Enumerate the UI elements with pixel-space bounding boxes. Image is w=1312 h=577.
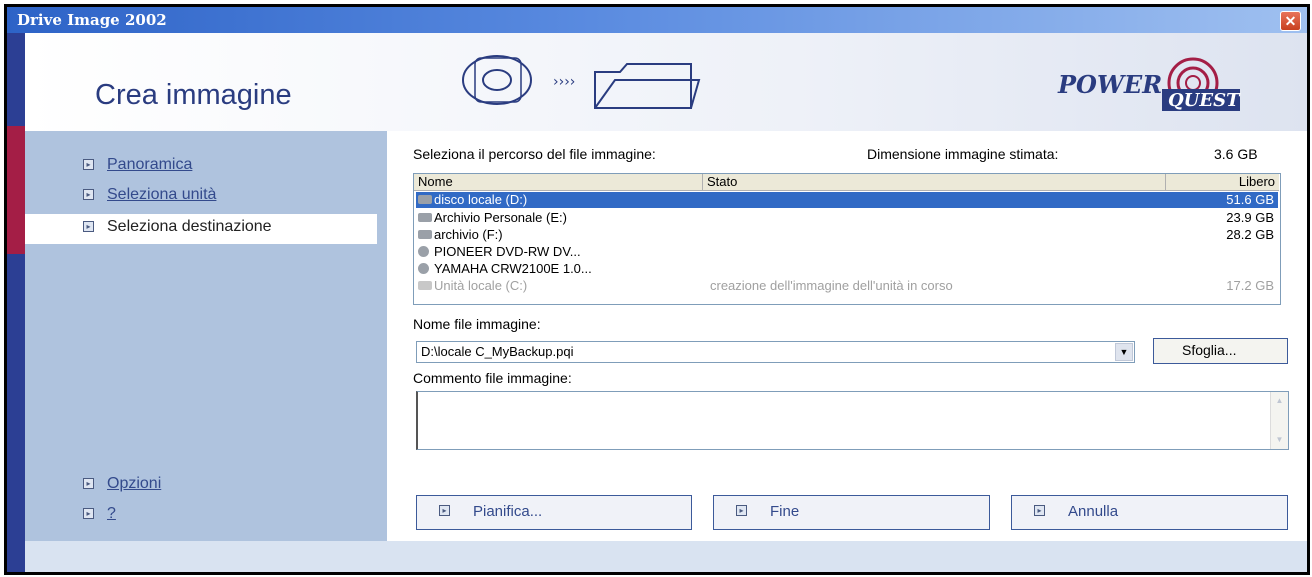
nav-item-label: ?: [107, 505, 116, 522]
column-header-free[interactable]: Libero: [1166, 174, 1279, 191]
column-header-status[interactable]: Stato: [703, 174, 1166, 191]
browse-label: Sfoglia...: [1182, 342, 1237, 358]
arrow-box-icon: ▸: [1034, 505, 1045, 516]
nav-item-seleziona-unita[interactable]: ▸ Seleziona unità: [25, 182, 387, 212]
nav-item-label: Seleziona unità: [107, 186, 217, 203]
arrow-box-icon: ▸: [83, 189, 94, 200]
filename-label: Nome file immagine:: [413, 316, 541, 332]
side-stripe-accent: [7, 126, 25, 254]
close-button[interactable]: ✕: [1280, 11, 1301, 31]
nav-item-help[interactable]: ▸ ?: [25, 501, 387, 531]
powerquest-logo: POWER QUEST: [1057, 57, 1241, 111]
nav-item-label: Seleziona destinazione: [107, 218, 272, 235]
schedule-button[interactable]: ▸ Pianifica...: [416, 495, 692, 530]
comment-textarea[interactable]: ▲ ▼: [416, 391, 1289, 450]
wizard-header: Crea immagine ›››› POWER QUEST: [25, 33, 1307, 131]
page-title: Crea immagine: [95, 79, 292, 111]
nav-item-opzioni[interactable]: ▸ Opzioni: [25, 471, 387, 501]
hard-drive-icon: [418, 213, 432, 222]
chevron-down-icon[interactable]: ▼: [1115, 343, 1133, 361]
filename-combo[interactable]: D:\locale C_MyBackup.pqi ▼: [416, 341, 1135, 363]
arrow-box-icon: ▸: [736, 505, 747, 516]
arrow-box-icon: ▸: [83, 478, 94, 489]
wizard-nav: ▸ Panoramica ▸ Seleziona unità ▸ Selezio…: [25, 131, 387, 541]
scroll-up-icon[interactable]: ▲: [1272, 393, 1287, 409]
table-row[interactable]: Archivio Personale (E:) 23.9 GB: [416, 210, 1278, 226]
drive-free: 23.9 GB: [1226, 210, 1274, 225]
cd-drive-icon: [418, 263, 429, 274]
drive-name: Unità locale (C:): [434, 278, 528, 293]
drive-status: creazione dell'immagine dell'unità in co…: [710, 278, 953, 293]
title-bar[interactable]: Drive Image 2002 ✕: [7, 7, 1307, 33]
scrollbar[interactable]: ▲ ▼: [1270, 392, 1288, 449]
nav-item-label: Opzioni: [107, 475, 162, 492]
drive-name: Archivio Personale (E:): [434, 210, 567, 225]
arrow-box-icon: ▸: [83, 221, 94, 232]
comment-label: Commento file immagine:: [413, 370, 572, 386]
svg-text:››››: ››››: [553, 74, 575, 90]
drive-free: 51.6 GB: [1226, 192, 1274, 207]
logo-text: POWER: [1057, 70, 1162, 99]
drive-list[interactable]: Nome Stato Libero disco locale (D:) 51.6…: [413, 173, 1281, 305]
column-header-name[interactable]: Nome: [414, 174, 703, 191]
table-row: Unità locale (C:) creazione dell'immagin…: [416, 278, 1278, 294]
hard-drive-icon: [418, 230, 432, 239]
finish-label: Fine: [770, 503, 800, 520]
filename-value: D:\locale C_MyBackup.pqi: [421, 344, 574, 359]
side-stripe: [7, 33, 25, 572]
table-row[interactable]: disco locale (D:) 51.6 GB: [416, 192, 1278, 208]
arrow-box-icon: ▸: [83, 159, 94, 170]
cancel-label: Annulla: [1068, 503, 1119, 520]
hard-drive-icon: [418, 281, 432, 290]
cd-drive-icon: [418, 246, 429, 257]
drive-free: 28.2 GB: [1226, 227, 1274, 242]
schedule-label: Pianifica...: [473, 503, 543, 520]
size-value: 3.6 GB: [1214, 146, 1258, 162]
column-header-label: Nome: [418, 174, 453, 189]
cancel-button[interactable]: ▸ Annulla: [1011, 495, 1288, 530]
table-row[interactable]: YAMAHA CRW2100E 1.0...: [416, 261, 1278, 277]
logo-subtext: QUEST: [1168, 90, 1241, 111]
footer-bar: [25, 541, 1307, 572]
nav-item-seleziona-destinazione[interactable]: ▸ Seleziona destinazione: [25, 214, 377, 244]
drive-name: archivio (F:): [434, 227, 503, 242]
hard-drive-icon: [418, 195, 432, 204]
finish-button[interactable]: ▸ Fine: [713, 495, 990, 530]
drive-name: YAMAHA CRW2100E 1.0...: [434, 261, 592, 276]
arrow-box-icon: ▸: [83, 508, 94, 519]
size-label: Dimensione immagine stimata:: [867, 146, 1059, 162]
drive-name: disco locale (D:): [434, 192, 528, 207]
window-title: Drive Image 2002: [17, 11, 167, 29]
scroll-down-icon[interactable]: ▼: [1272, 432, 1287, 448]
arrow-box-icon: ▸: [439, 505, 450, 516]
nav-item-panoramica[interactable]: ▸ Panoramica: [25, 152, 387, 182]
app-window: Drive Image 2002 ✕ Crea immagine ›››› PO…: [4, 4, 1310, 575]
path-label: Seleziona il percorso del file immagine:: [413, 146, 656, 162]
table-row[interactable]: PIONEER DVD-RW DV...: [416, 244, 1278, 260]
column-header-label: Stato: [707, 174, 738, 189]
drive-name: PIONEER DVD-RW DV...: [434, 244, 581, 259]
table-row[interactable]: archivio (F:) 28.2 GB: [416, 227, 1278, 243]
drive-free: 17.2 GB: [1226, 278, 1274, 293]
nav-item-label: Panoramica: [107, 156, 193, 173]
close-icon: ✕: [1284, 13, 1297, 29]
disk-to-folder-icon: ››››: [462, 55, 701, 109]
column-header-label: Libero: [1238, 174, 1275, 189]
browse-button[interactable]: Sfoglia...: [1153, 338, 1288, 364]
